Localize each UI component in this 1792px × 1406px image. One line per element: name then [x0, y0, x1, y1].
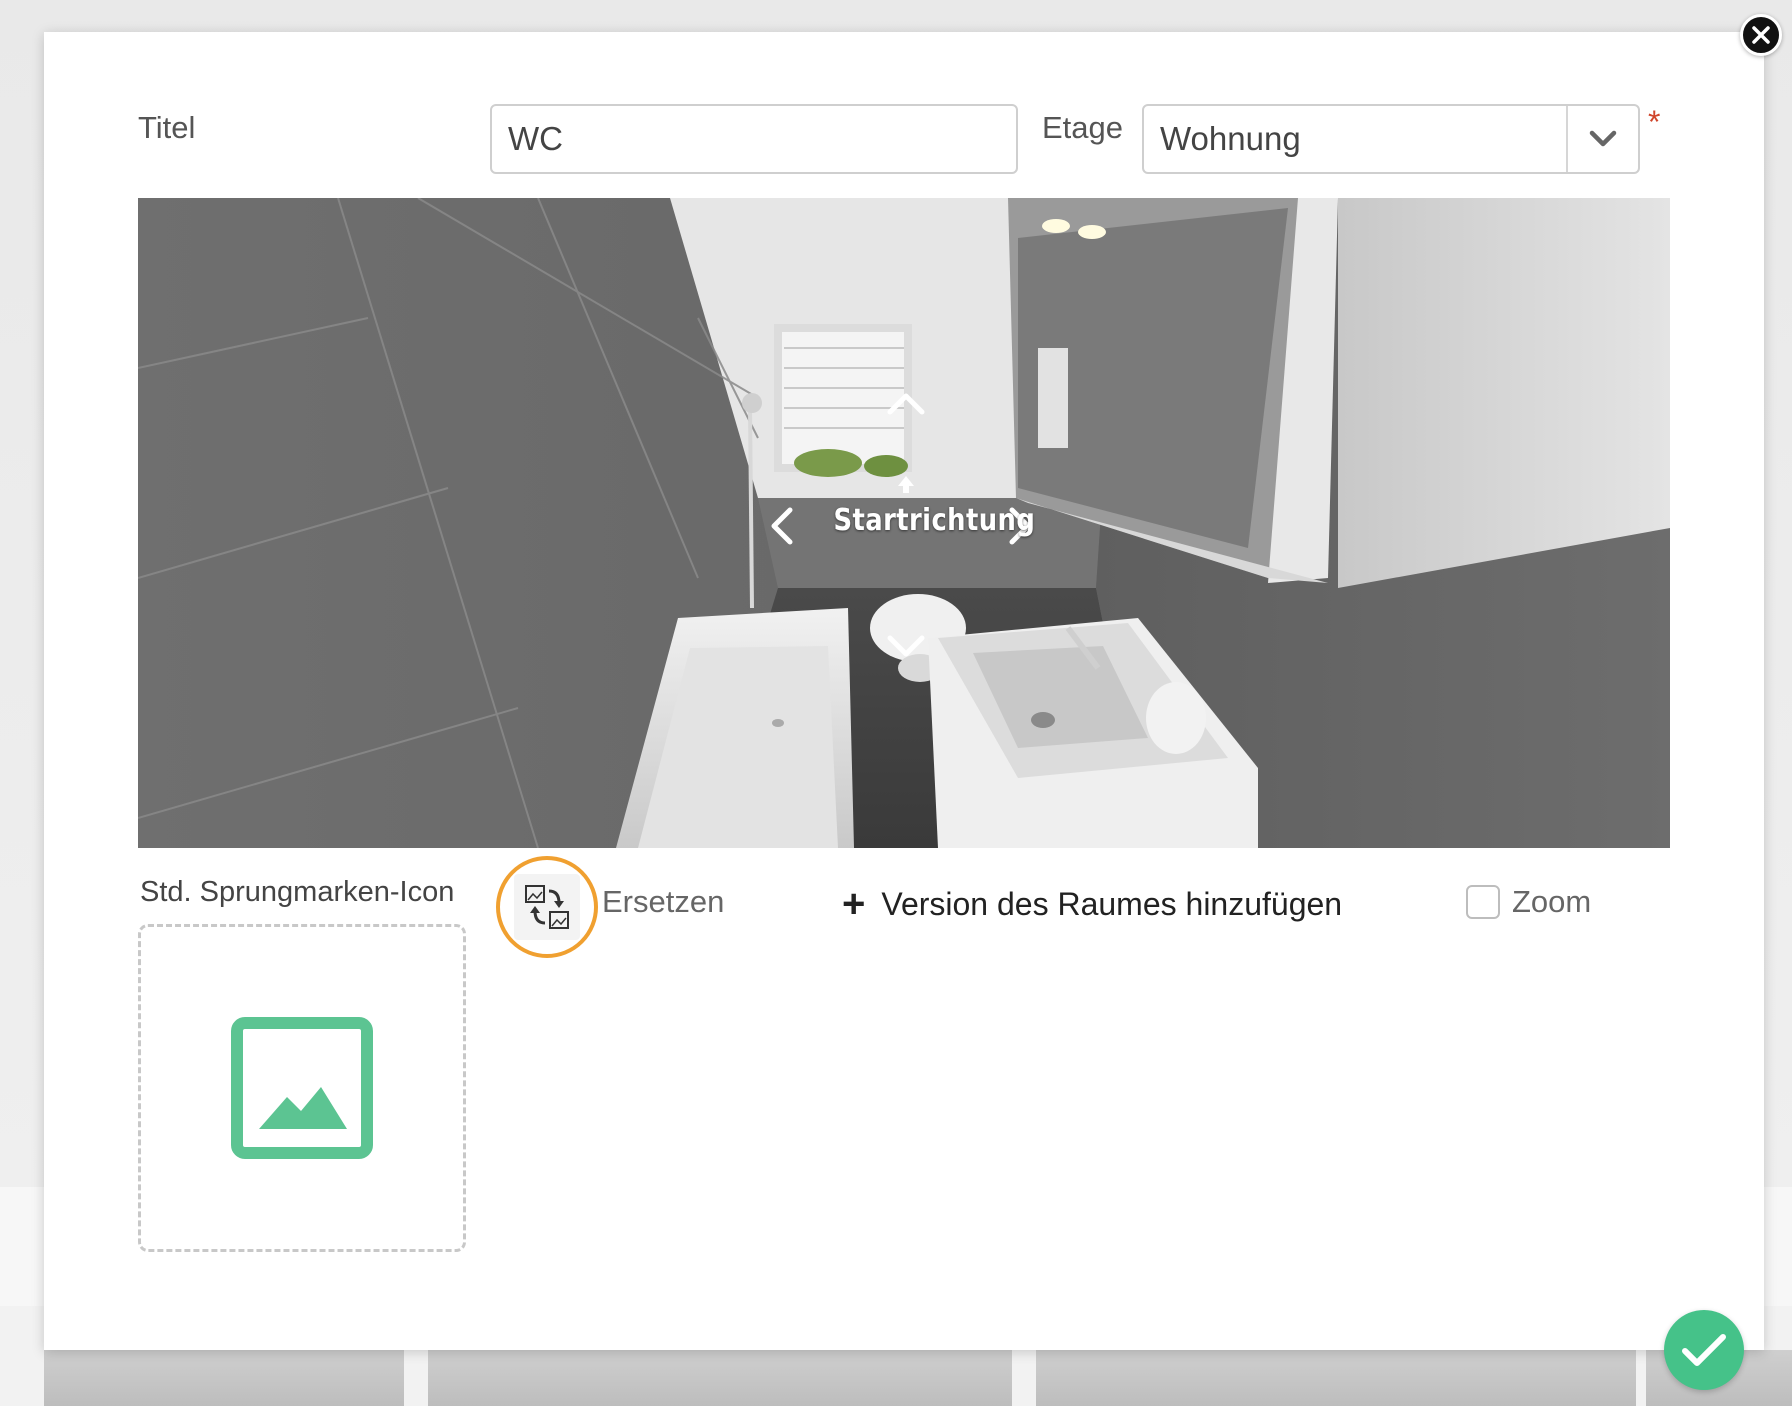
jump-marker-icon-label: Std. Sprungmarken-Icon — [140, 876, 455, 908]
jump-marker-icon-dropzone[interactable] — [138, 924, 466, 1252]
title-input[interactable] — [490, 104, 1018, 174]
zoom-toggle[interactable]: Zoom — [1466, 884, 1591, 920]
plus-icon: + — [842, 882, 866, 926]
replace-icon-button-face — [514, 874, 580, 940]
room-thumbnail[interactable] — [1036, 1350, 1636, 1406]
title-label: Titel — [138, 110, 196, 145]
required-marker: * — [1648, 104, 1661, 140]
pan-left-arrow[interactable] — [766, 506, 794, 546]
floor-select-toggle[interactable] — [1566, 106, 1638, 172]
floor-label: Etage — [1042, 110, 1124, 145]
checkmark-icon — [1682, 1334, 1726, 1366]
pan-up-arrow[interactable] — [886, 388, 926, 416]
zoom-checkbox[interactable] — [1466, 885, 1500, 919]
pan-down-arrow[interactable] — [886, 634, 926, 662]
floor-select[interactable]: Wohnung — [1142, 104, 1640, 174]
start-direction-marker-icon — [898, 476, 914, 493]
floor-select-value: Wohnung — [1160, 120, 1301, 157]
start-direction-label: Startrichtung — [833, 503, 1036, 538]
image-icon — [231, 1017, 373, 1159]
zoom-label: Zoom — [1512, 884, 1592, 919]
close-button[interactable] — [1740, 14, 1782, 56]
close-icon — [1752, 26, 1770, 44]
replace-label[interactable]: Ersetzen — [602, 884, 724, 920]
replace-icon-button[interactable] — [496, 856, 598, 958]
room-thumbnail[interactable] — [44, 1350, 404, 1406]
chevron-down-icon — [1589, 130, 1617, 147]
swap-images-icon — [525, 885, 569, 929]
add-room-version-label: Version des Raumes hinzufügen — [881, 885, 1343, 922]
add-room-version-button[interactable]: + Version des Raumes hinzufügen — [842, 884, 1342, 924]
confirm-button[interactable] — [1664, 1310, 1744, 1390]
room-thumbnail[interactable] — [428, 1350, 1012, 1406]
